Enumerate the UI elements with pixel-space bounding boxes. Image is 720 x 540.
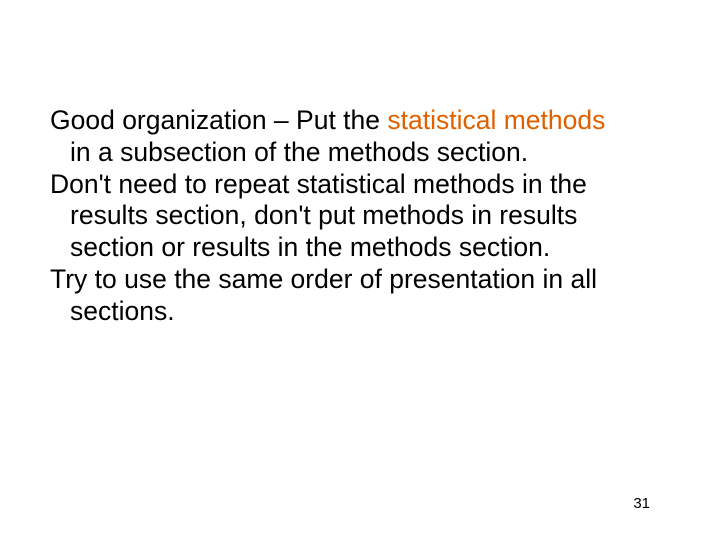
para1-post: in a subsection of the methods section.: [70, 137, 528, 167]
para1-highlight: statistical methods: [387, 105, 605, 135]
paragraph-3: Try to use the same order of presentatio…: [50, 264, 610, 328]
paragraph-1: Good organization – Put the statistical …: [50, 105, 610, 169]
body-text: Good organization – Put the statistical …: [50, 105, 610, 328]
paragraph-2: Don't need to repeat statistical methods…: [50, 169, 610, 264]
slide: Good organization – Put the statistical …: [0, 0, 720, 540]
page-number: 31: [633, 495, 650, 512]
para1-pre: Good organization – Put the: [50, 105, 387, 135]
